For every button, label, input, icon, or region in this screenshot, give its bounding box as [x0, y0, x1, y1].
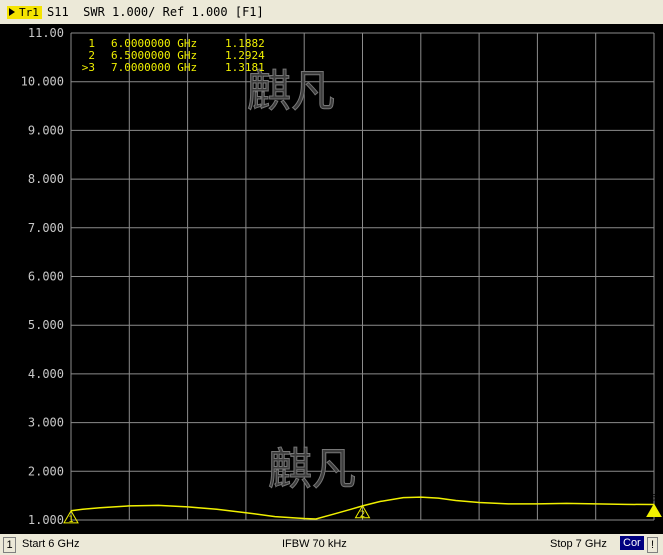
trace-tag-label: Tr1: [19, 6, 39, 19]
marker-readout-id: >3: [82, 61, 95, 74]
y-tick-label: 5.000: [28, 318, 64, 332]
y-tick-label: 10.000: [21, 75, 64, 89]
trace-title[interactable]: S11 SWR 1.000/ Ref 1.000 [F1]: [47, 5, 264, 19]
y-tick-label: 1.000: [28, 513, 64, 527]
active-trace-arrow-icon: [9, 8, 15, 16]
marker-triangle: [646, 503, 662, 518]
swr-chart[interactable]: 11.00 10.000 9.000 8.000 7.000 6.000 5.000 4.00…: [0, 24, 663, 534]
measurement-plot-area[interactable]: 11.00 10.000 9.000 8.000 7.000 6.000 5.000 4.00…: [0, 24, 663, 534]
watermark-text: 麒凡: [268, 444, 356, 495]
marker-label: 3: [651, 494, 656, 504]
marker-label: 2: [360, 510, 365, 520]
warning-icon[interactable]: !: [647, 537, 658, 553]
y-tick-label: 6.000: [28, 270, 64, 284]
trace-header: Tr1 S11 SWR 1.000/ Ref 1.000 [F1]: [0, 0, 663, 24]
marker-label: 1: [68, 515, 73, 525]
start-frequency[interactable]: Start 6 GHz: [22, 538, 79, 550]
ifbw-setting[interactable]: IFBW 70 kHz: [282, 538, 347, 550]
y-tick-label: 7.000: [28, 221, 64, 235]
trace-selector-tab[interactable]: Tr1: [7, 6, 42, 19]
y-tick-label: 2.000: [28, 464, 64, 478]
marker-readout-value: 1.3181: [225, 61, 265, 74]
channel-indicator[interactable]: 1: [3, 537, 16, 553]
y-tick-label: 9.000: [28, 123, 64, 137]
y-tick-label: 8.000: [28, 172, 64, 186]
y-tick-label: 11.00: [28, 26, 64, 40]
y-tick-label: 3.000: [28, 416, 64, 430]
y-tick-label: 4.000: [28, 367, 64, 381]
marker-readout-frequency: 7.0000000 GHz: [111, 61, 197, 74]
correction-status-badge[interactable]: Cor: [620, 536, 644, 550]
stop-frequency[interactable]: Stop 7 GHz: [550, 538, 607, 550]
status-bar: 1 Start 6 GHz IFBW 70 kHz Stop 7 GHz Cor…: [0, 534, 663, 555]
